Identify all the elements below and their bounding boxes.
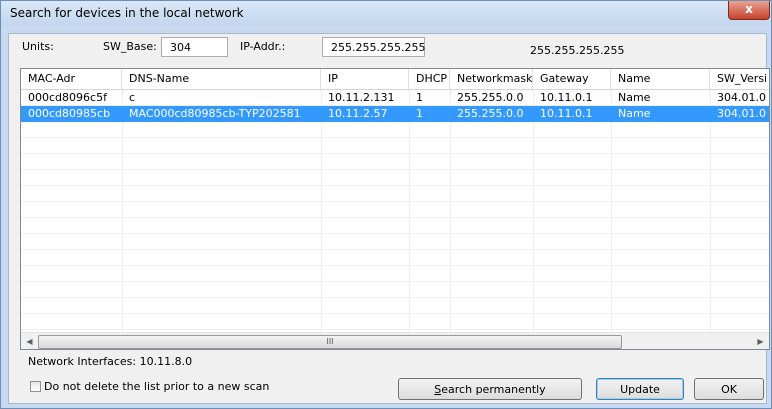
table-cell: c [129, 91, 136, 104]
grid-column-line [450, 89, 451, 334]
column-header[interactable]: MAC-Adr [21, 69, 122, 89]
ip-addr-input[interactable]: 255.255.255.255 [322, 37, 425, 57]
table-cell: 304.01.0 [717, 107, 766, 120]
search-permanently-label: Search permanently [434, 383, 546, 396]
column-header[interactable]: DHCP [409, 69, 450, 89]
table-cell: 10.11.0.1 [540, 91, 593, 104]
broadcast-address-display: 255.255.255.255 [530, 44, 625, 57]
table-row[interactable]: 000cd8096c5f c 10.11.2.131 1 255.255.0.0 10.1… [21, 90, 769, 106]
table-cell: Name [618, 107, 651, 120]
grid-column-line [321, 89, 322, 334]
grid-line [21, 201, 769, 202]
grid-line [21, 329, 769, 330]
keep-list-checkbox[interactable] [30, 381, 41, 392]
network-interfaces-label: Network Interfaces: 10.11.8.0 [28, 355, 193, 368]
grid-line [21, 281, 769, 282]
table-header: MAC-Adr DNS-Name IP DHCP Networkmask Gateway N… [21, 69, 769, 90]
search-permanently-button[interactable]: Search permanently [398, 378, 582, 400]
grid-line [21, 233, 769, 234]
table-cell: 255.255.0.0 [457, 107, 524, 120]
title-bar[interactable]: Search for devices in the local network … [1, 1, 771, 25]
column-header[interactable]: Networkmask [450, 69, 533, 89]
update-button[interactable]: Update [596, 378, 684, 400]
table-cell: 10.11.2.57 [328, 107, 388, 120]
column-header[interactable]: SW_Versi [710, 69, 769, 89]
grid-line [21, 249, 769, 250]
device-table[interactable]: 000cd8096c5f c 10.11.2.131 1 255.255.0.0 10.1… [20, 68, 770, 350]
sw-base-input[interactable]: 304 [161, 37, 228, 57]
grid-line [21, 217, 769, 218]
grid-line [21, 297, 769, 298]
table-cell: 1 [416, 91, 423, 104]
table-cell: 10.11.0.1 [540, 107, 593, 120]
table-cell: 000cd8096c5f [28, 91, 107, 104]
grid-column-line [611, 89, 612, 334]
grid-column-line [533, 89, 534, 334]
window-title: Search for devices in the local network [10, 6, 244, 20]
table-row[interactable]: 000cd80985cb MAC000cd80985cb-TYP202581 10.… [21, 106, 769, 122]
table-cell: 255.255.0.0 [457, 91, 524, 104]
grid-line [21, 137, 769, 138]
grid-line [21, 313, 769, 314]
ok-button[interactable]: OK [694, 378, 764, 400]
horizontal-scrollbar[interactable]: ◀ III ▶ [21, 332, 769, 349]
grid-line [21, 153, 769, 154]
column-header[interactable]: IP [321, 69, 409, 89]
grid-column-line [122, 89, 123, 334]
grid-line [21, 185, 769, 186]
column-header[interactable]: Name [611, 69, 710, 89]
column-header[interactable]: DNS-Name [122, 69, 321, 89]
close-button[interactable]: x [728, 1, 770, 20]
table-cell: 1 [416, 107, 423, 120]
table-cell: 304.01.0 [717, 91, 766, 104]
scroll-right-arrow-icon[interactable]: ▶ [752, 333, 769, 349]
table-cell: MAC000cd80985cb-TYP202581 [129, 107, 301, 120]
sw-base-label: SW_Base: [103, 40, 157, 53]
grid-line [21, 169, 769, 170]
table-cell: 10.11.2.131 [328, 91, 395, 104]
scroll-thumb[interactable]: III [38, 335, 622, 349]
units-label: Units: [22, 40, 54, 53]
ip-addr-label: IP-Addr.: [240, 40, 286, 53]
grid-column-line [409, 89, 410, 334]
scroll-left-arrow-icon[interactable]: ◀ [21, 333, 38, 349]
table-cell: 000cd80985cb [28, 107, 111, 120]
column-header[interactable]: Gateway [533, 69, 611, 89]
grid-column-line [710, 89, 711, 334]
table-cell: Name [618, 91, 651, 104]
keep-list-label: Do not delete the list prior to a new sc… [44, 380, 270, 393]
grid-line [21, 265, 769, 266]
